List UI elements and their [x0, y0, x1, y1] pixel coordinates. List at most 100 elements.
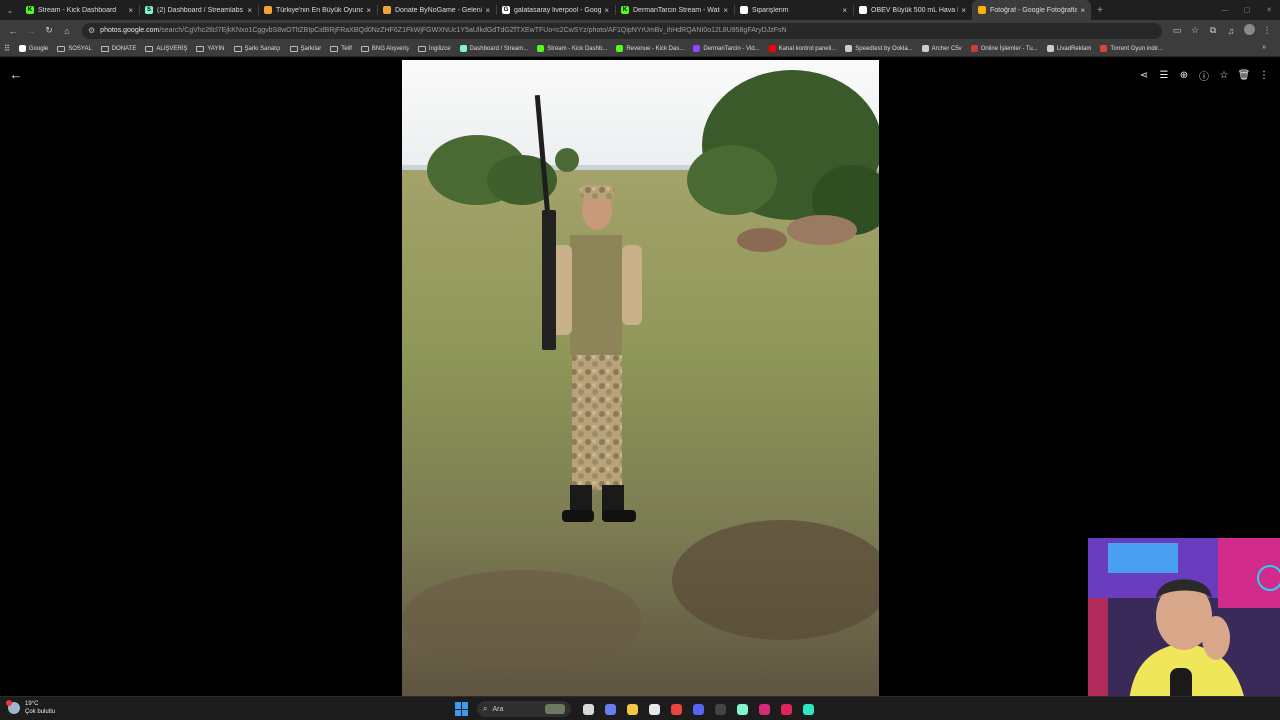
favorite-star-icon[interactable]: ☆	[1214, 67, 1234, 83]
bookmark-item[interactable]: Speedtest by Ookla...	[845, 45, 913, 52]
folder-icon	[57, 45, 66, 52]
browser-tab[interactable]: K Stream - Kick Dashboard ×	[20, 0, 139, 20]
bookmark-item[interactable]: Archer C5v	[921, 45, 962, 52]
tab-close-icon[interactable]: ×	[1080, 6, 1085, 15]
browser-tab[interactable]: Ggalatasaray liverpool - Google ×	[496, 0, 615, 20]
bookmark-folder[interactable]: Şarkı Sanatçı	[233, 45, 281, 52]
bookmark-star-icon[interactable]: ☆	[1186, 25, 1204, 36]
browser-tab[interactable]: Siparişlerim ×	[734, 0, 853, 20]
tab-favicon-icon: S	[145, 6, 153, 14]
zoom-icon[interactable]: ⊕	[1174, 67, 1194, 83]
bookmark-label: Google	[28, 45, 49, 52]
new-tab-button[interactable]: +	[1097, 5, 1103, 16]
streamer-webcam-overlay	[1088, 538, 1280, 720]
bookmarks-overflow-icon[interactable]: »	[1262, 44, 1266, 51]
bookmark-label: İngilizce	[428, 45, 451, 52]
back-nav-icon[interactable]: ←	[4, 22, 22, 40]
bookmark-item[interactable]: Torrent Oyun indir...	[1100, 45, 1163, 52]
edit-tune-icon[interactable]: ☰	[1154, 67, 1174, 83]
instagram-icon[interactable]	[755, 700, 773, 718]
task-view-icon[interactable]	[579, 700, 597, 718]
x-close-app-icon[interactable]	[777, 700, 795, 718]
weather-condition: Çok bulutlu	[25, 709, 56, 715]
browser-toolbar: ← → ↻ ⌂ ⚙ photos.google.com/search/CgVhc…	[0, 20, 1280, 41]
tab-close-icon[interactable]: ×	[485, 6, 490, 15]
browser-tab[interactable]: Türkiye'nin En Büyük Oyuncu D×	[258, 0, 377, 20]
browser-tab[interactable]: K DermanTarcin Stream - Watch ×	[615, 0, 734, 20]
more-vert-icon[interactable]: ⋮	[1254, 67, 1274, 83]
apps-grid-icon[interactable]: ⠿	[4, 44, 10, 53]
bookmark-folder[interactable]: Telif	[330, 45, 352, 52]
cast-icon[interactable]: ▭	[1168, 25, 1186, 36]
tab-close-icon[interactable]: ×	[128, 6, 133, 15]
tab-favicon-icon: K	[26, 6, 34, 14]
bookmark-folder[interactable]: DONATE	[100, 45, 137, 52]
streamlabs-icon[interactable]	[733, 700, 751, 718]
bookmark-item[interactable]: Stream - Kick Dashb...	[537, 45, 607, 52]
tab-close-icon[interactable]: ×	[366, 6, 371, 15]
bookmark-label: DONATE	[111, 45, 137, 52]
windows-start-icon[interactable]	[455, 702, 469, 716]
bookmark-favicon-icon	[921, 45, 929, 52]
folder-icon	[233, 45, 242, 52]
tab-close-icon[interactable]: ×	[842, 6, 847, 15]
browser-tab[interactable]: OBEV Büyük 500 mL Hava Nem×	[853, 0, 972, 20]
file-explorer-icon[interactable]	[623, 700, 641, 718]
browser-tab[interactable]: S (2) Dashboard / Streamlabs ×	[139, 0, 258, 20]
tab-close-icon[interactable]: ×	[723, 6, 728, 15]
tab-title: Türkiye'nin En Büyük Oyuncu D	[276, 6, 364, 14]
search-app-icon[interactable]	[799, 700, 817, 718]
minimize-icon[interactable]: —	[1214, 0, 1236, 20]
bookmark-label: DermanTarcin - Vid...	[703, 45, 760, 52]
tab-list: K Stream - Kick Dashboard × S (2) Dashboard …	[20, 0, 1091, 20]
forward-nav-icon[interactable]: →	[22, 22, 40, 40]
bookmark-folder[interactable]: İngilizce	[417, 45, 451, 52]
chrome-icon[interactable]	[667, 700, 685, 718]
store-icon[interactable]	[645, 700, 663, 718]
bookmark-item[interactable]: Online İşlemler - Tu...	[970, 45, 1038, 52]
maximize-icon[interactable]: ▢	[1236, 0, 1258, 20]
tab-close-icon[interactable]: ×	[247, 6, 252, 15]
site-info-icon[interactable]: ⚙	[88, 26, 95, 35]
bookmark-label: Revenue - Kick Das...	[626, 45, 685, 52]
share-icon[interactable]: ⋖	[1134, 67, 1154, 83]
folder-icon	[330, 45, 339, 52]
browser-tab[interactable]: Fotoğraf - Google Fotoğraflar ×	[972, 0, 1091, 20]
bookmark-folder[interactable]: SOSYAL	[57, 45, 92, 52]
info-icon[interactable]: ⓘ	[1194, 67, 1214, 83]
tab-title: (2) Dashboard / Streamlabs	[157, 6, 243, 14]
address-bar[interactable]: ⚙ photos.google.com/search/CgVhc2tlcl7Ej…	[82, 22, 1162, 39]
bookmark-folder[interactable]: BNG Alışveriş	[360, 45, 409, 52]
bookmark-folder[interactable]: ALIŞVERİŞ	[145, 45, 187, 52]
extensions-icon[interactable]: ⧉	[1204, 25, 1222, 36]
close-window-icon[interactable]: ✕	[1258, 0, 1280, 20]
bookmark-item[interactable]: Dashboard / Stream...	[459, 45, 528, 52]
media-icon[interactable]: ♫	[1222, 26, 1240, 36]
profile-avatar[interactable]	[1240, 24, 1258, 37]
browser-menu-icon[interactable]: ⋮	[1258, 25, 1276, 36]
delete-icon[interactable]: 🗑	[1234, 67, 1254, 83]
bookmark-item[interactable]: DermanTarcin - Vid...	[693, 45, 760, 52]
tab-close-icon[interactable]: ×	[604, 6, 609, 15]
copilot-icon[interactable]	[601, 700, 619, 718]
reload-icon[interactable]: ↻	[40, 22, 58, 40]
discord-icon[interactable]	[689, 700, 707, 718]
home-icon[interactable]: ⌂	[58, 22, 76, 40]
tab-title: Stream - Kick Dashboard	[38, 6, 117, 14]
bookmark-item[interactable]: Revenue - Kick Das...	[616, 45, 684, 52]
weather-widget[interactable]: 19°C Çok bulutlu	[6, 700, 56, 716]
browser-tab[interactable]: Donate ByNoGame - Gelen/Gi ×	[377, 0, 496, 20]
bookmark-folder[interactable]: Şarkılar	[289, 45, 321, 52]
bookmark-item[interactable]: Google	[18, 45, 49, 52]
bookmark-item[interactable]: LivadReklam	[1046, 45, 1091, 52]
windows-taskbar: 19°C Çok bulutlu ⌕ Ara	[0, 696, 1280, 720]
back-arrow-icon[interactable]: ←	[8, 67, 24, 83]
photo-image[interactable]	[402, 60, 879, 696]
bookmark-item[interactable]: Kanal kontrol paneli...	[768, 45, 836, 52]
bookmark-folder[interactable]: YAYIN	[196, 45, 225, 52]
tab-search-chevron-icon[interactable]: ⌄	[0, 0, 20, 20]
obs-icon[interactable]	[711, 700, 729, 718]
folder-icon	[417, 45, 426, 52]
tab-close-icon[interactable]: ×	[961, 6, 966, 15]
taskbar-search[interactable]: ⌕ Ara	[477, 701, 571, 717]
